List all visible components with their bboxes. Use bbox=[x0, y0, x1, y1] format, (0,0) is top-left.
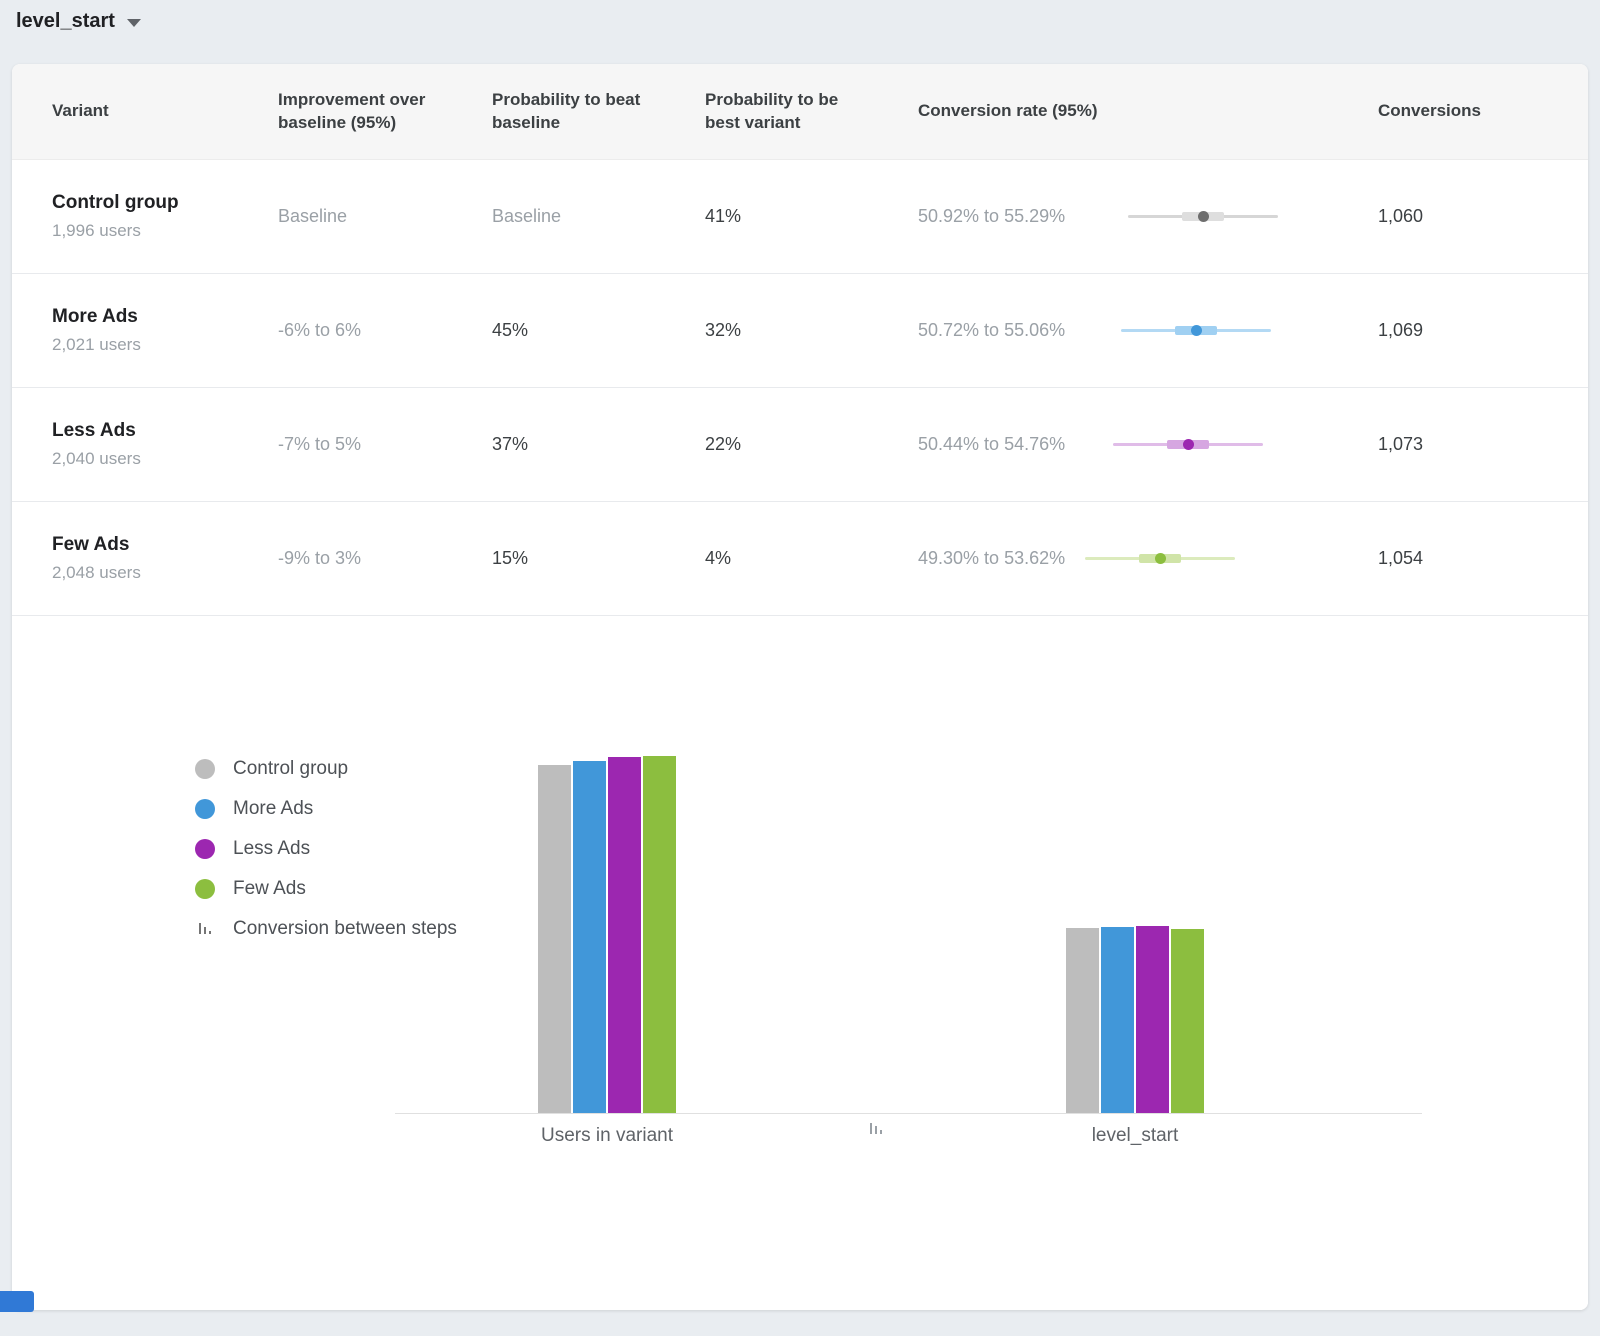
category-label-users-in-variant: Users in variant bbox=[507, 1125, 707, 1147]
bar-more-ads[interactable] bbox=[1101, 927, 1134, 1113]
column-header-conversion-rate: Conversion rate (95%) bbox=[918, 100, 1378, 123]
prob-beat-cell: 37% bbox=[492, 434, 705, 455]
confidence-interval-chart bbox=[1121, 323, 1271, 338]
variant-cell: Few Ads 2,048 users bbox=[52, 534, 278, 583]
column-header-conversions: Conversions bbox=[1378, 100, 1548, 123]
bar-less-ads[interactable] bbox=[608, 757, 641, 1113]
conversion-rate-cell: 49.30% to 53.62% bbox=[918, 548, 1378, 569]
conversion-steps-icon bbox=[868, 1121, 884, 1142]
chevron-down-icon bbox=[127, 19, 141, 27]
conversion-rate-range: 50.92% to 55.29% bbox=[918, 206, 1106, 227]
confidence-interval-chart bbox=[1128, 209, 1278, 224]
conversions-cell: 1,073 bbox=[1378, 434, 1548, 455]
improvement-cell: -7% to 5% bbox=[278, 434, 492, 455]
table-row: More Ads 2,021 users -6% to 6% 45% 32% 5… bbox=[12, 274, 1588, 388]
ci-dot bbox=[1191, 325, 1202, 336]
legend-swatch bbox=[195, 879, 215, 899]
bar-more-ads[interactable] bbox=[573, 761, 606, 1113]
bar-few-ads[interactable] bbox=[1171, 929, 1204, 1113]
conversion-steps-icon bbox=[195, 921, 215, 937]
ci-dot bbox=[1198, 211, 1209, 222]
results-card: Variant Improvement over baseline (95%) … bbox=[12, 64, 1588, 1310]
ci-dot bbox=[1155, 553, 1166, 564]
bar-group-users-in-variant bbox=[538, 756, 676, 1113]
conversion-rate-range: 50.44% to 54.76% bbox=[918, 434, 1106, 455]
bar-control-group[interactable] bbox=[1066, 928, 1099, 1113]
legend-label: Less Ads bbox=[233, 838, 310, 860]
bar-less-ads[interactable] bbox=[1136, 926, 1169, 1113]
improvement-cell: -6% to 6% bbox=[278, 320, 492, 341]
legend-item-more-ads: More Ads bbox=[195, 798, 457, 820]
conversion-rate-cell: 50.72% to 55.06% bbox=[918, 320, 1378, 341]
column-header-prob-beat: Probability to beat baseline bbox=[492, 89, 642, 135]
table-row: Few Ads 2,048 users -9% to 3% 15% 4% 49.… bbox=[12, 502, 1588, 616]
variant-users: 2,021 users bbox=[52, 335, 278, 355]
confidence-interval-chart bbox=[1085, 551, 1235, 566]
variant-users: 2,048 users bbox=[52, 563, 278, 583]
legend-swatch bbox=[195, 839, 215, 859]
prob-best-cell: 41% bbox=[705, 206, 918, 227]
legend-item-less-ads: Less Ads bbox=[195, 838, 457, 860]
legend-swatch bbox=[195, 799, 215, 819]
variant-cell: More Ads 2,021 users bbox=[52, 306, 278, 355]
prob-best-cell: 22% bbox=[705, 434, 918, 455]
conversions-cell: 1,069 bbox=[1378, 320, 1548, 341]
bar-few-ads[interactable] bbox=[643, 756, 676, 1113]
chart-legend: Control group More Ads Less Ads Few Ads Conv… bbox=[195, 758, 457, 940]
legend-label: Control group bbox=[233, 758, 348, 780]
variant-name: Few Ads bbox=[52, 534, 278, 556]
metric-selector-dropdown[interactable]: level_start bbox=[16, 10, 141, 33]
variant-cell: Less Ads 2,040 users bbox=[52, 420, 278, 469]
bar-control-group[interactable] bbox=[538, 765, 571, 1113]
variant-name: More Ads bbox=[52, 306, 278, 328]
experiment-results-page: level_start Variant Improvement over bas… bbox=[0, 0, 1600, 1336]
column-header-variant: Variant bbox=[52, 100, 278, 123]
variant-cell: Control group 1,996 users bbox=[52, 192, 278, 241]
legend-label: More Ads bbox=[233, 798, 313, 820]
prob-beat-cell: 15% bbox=[492, 548, 705, 569]
prob-beat-cell: Baseline bbox=[492, 206, 705, 227]
conversion-rate-cell: 50.44% to 54.76% bbox=[918, 434, 1378, 455]
table-row: Control group 1,996 users Baseline Basel… bbox=[12, 160, 1588, 274]
legend-item-few-ads: Few Ads bbox=[195, 878, 457, 900]
legend-item-conversion-between-steps: Conversion between steps bbox=[195, 918, 457, 940]
x-axis bbox=[395, 1113, 1422, 1114]
variant-name: Less Ads bbox=[52, 420, 278, 442]
column-header-improvement: Improvement over baseline (95%) bbox=[278, 89, 428, 135]
variant-users: 2,040 users bbox=[52, 449, 278, 469]
conversion-rate-range: 50.72% to 55.06% bbox=[918, 320, 1106, 341]
funnel-bar-chart: Control group More Ads Less Ads Few Ads Conv… bbox=[12, 616, 1588, 1310]
prob-best-cell: 32% bbox=[705, 320, 918, 341]
conversions-cell: 1,054 bbox=[1378, 548, 1548, 569]
variant-users: 1,996 users bbox=[52, 221, 278, 241]
improvement-cell: -9% to 3% bbox=[278, 548, 492, 569]
category-label-level-start: level_start bbox=[1035, 1125, 1235, 1147]
confidence-interval-chart bbox=[1113, 437, 1263, 452]
conversions-cell: 1,060 bbox=[1378, 206, 1548, 227]
metric-selector-label: level_start bbox=[16, 10, 115, 33]
variant-name: Control group bbox=[52, 192, 278, 214]
prob-beat-cell: 45% bbox=[492, 320, 705, 341]
table-row: Less Ads 2,040 users -7% to 5% 37% 22% 5… bbox=[12, 388, 1588, 502]
legend-label: Few Ads bbox=[233, 878, 306, 900]
legend-label: Conversion between steps bbox=[233, 918, 457, 940]
prob-best-cell: 4% bbox=[705, 548, 918, 569]
bottom-left-accent[interactable] bbox=[0, 1291, 34, 1312]
conversion-rate-range: 49.30% to 53.62% bbox=[918, 548, 1106, 569]
ci-dot bbox=[1183, 439, 1194, 450]
conversion-rate-cell: 50.92% to 55.29% bbox=[918, 206, 1378, 227]
improvement-cell: Baseline bbox=[278, 206, 492, 227]
legend-item-control-group: Control group bbox=[195, 758, 457, 780]
table-header: Variant Improvement over baseline (95%) … bbox=[12, 64, 1588, 160]
legend-swatch bbox=[195, 759, 215, 779]
column-header-prob-best: Probability to be best variant bbox=[705, 89, 855, 135]
bar-group-level-start bbox=[1066, 926, 1204, 1113]
